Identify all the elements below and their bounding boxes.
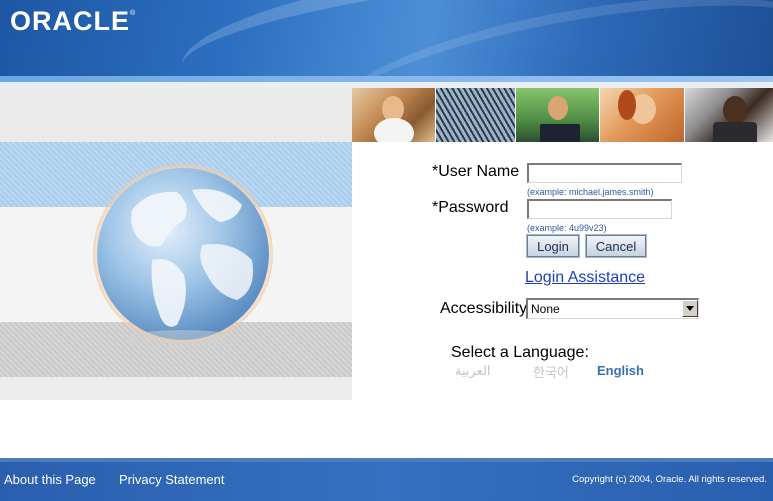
password-example: (example: 4u99v23) xyxy=(527,223,607,233)
accessibility-select[interactable]: None xyxy=(526,298,699,319)
photo-strip xyxy=(352,88,773,142)
copyright-text: Copyright (c) 2004, Oracle. All rights r… xyxy=(572,474,767,485)
login-assistance-link[interactable]: Login Assistance xyxy=(525,269,645,287)
logo-text: ORACLE xyxy=(10,6,130,36)
chevron-down-icon[interactable] xyxy=(682,300,698,317)
left-panel-top xyxy=(0,88,352,142)
privacy-statement-link[interactable]: Privacy Statement xyxy=(119,472,225,487)
left-panel-bottom xyxy=(0,377,352,400)
accessibility-select-value: None xyxy=(531,302,560,316)
logo-registered-mark: ® xyxy=(130,10,137,17)
username-example: (example: michael.james.smith) xyxy=(527,187,654,197)
about-page-link[interactable]: About this Page xyxy=(4,472,96,487)
language-label: Select a Language: xyxy=(451,344,589,361)
photo-businessman xyxy=(685,88,773,142)
footer: About this Page Privacy Statement Copyri… xyxy=(0,462,773,501)
header-banner: ORACLE® xyxy=(0,0,773,82)
globe-graphic xyxy=(93,164,273,350)
photo-people-meeting xyxy=(352,88,436,142)
password-input[interactable] xyxy=(527,199,672,219)
password-label: *Password xyxy=(432,199,509,216)
accessibility-label: Accessibility xyxy=(440,300,528,317)
language-option-arabic[interactable]: العربية xyxy=(455,363,491,379)
photo-power-tower xyxy=(436,88,516,142)
username-label: *User Name xyxy=(432,163,520,180)
language-option-korean[interactable]: 한국어 xyxy=(533,362,569,381)
oracle-logo: ORACLE® xyxy=(10,6,136,37)
username-input[interactable] xyxy=(527,163,682,183)
login-button[interactable]: Login xyxy=(526,234,580,258)
photo-support-agent xyxy=(600,88,685,142)
photo-man-at-computer xyxy=(516,88,600,142)
language-option-english[interactable]: English xyxy=(597,363,644,378)
cancel-button[interactable]: Cancel xyxy=(585,234,647,258)
